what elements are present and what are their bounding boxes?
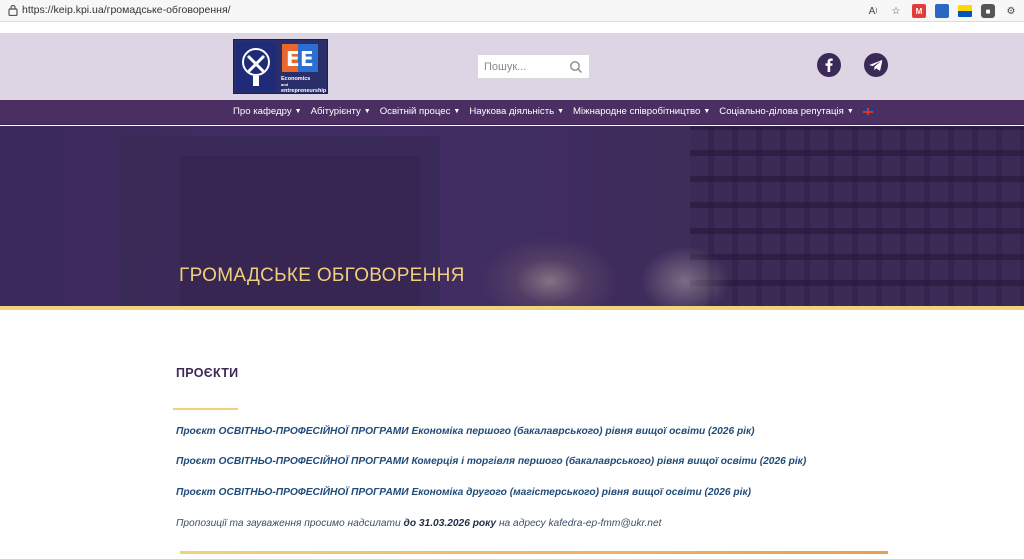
search-box: [477, 54, 590, 79]
project-link[interactable]: Проєкт ОСВІТНЬО-ПРОФЕСІЙНОЇ ПРОГРАМИ Еко…: [176, 487, 751, 498]
deadline-text: до 31.03.2026 року: [403, 518, 497, 529]
kpi-emblem-icon: [236, 42, 276, 92]
chevron-down-icon: ▼: [846, 108, 854, 115]
footer-divider: [180, 551, 888, 554]
search-input[interactable]: [484, 59, 564, 75]
main-nav: Про кафедру ▼ Абітурієнту ▼ Освітній проце…: [0, 100, 1024, 125]
search-icon[interactable]: [569, 60, 583, 74]
section-title: ПРОЄКТИ: [176, 366, 239, 380]
nav-item-label: Про кафедру: [233, 106, 292, 117]
chevron-down-icon: ▼: [557, 108, 565, 115]
feedback-note: Пропозиції та зауваження просимо надсила…: [176, 518, 662, 529]
english-flag-icon[interactable]: [862, 108, 873, 115]
nav-item-about[interactable]: Про кафедру ▼: [233, 106, 302, 117]
nav-item-label: Абітурієнту: [310, 106, 361, 117]
read-aloud-icon[interactable]: A): [866, 4, 880, 18]
logo-text: Economics and entrepreneurship: [281, 76, 327, 94]
hero-bottom-border: [0, 306, 1024, 310]
hero-overlay: [0, 126, 1024, 306]
extension-icon[interactable]: ■: [981, 4, 995, 18]
browser-address-bar: https://keip.kpi.ua/громадське-обговорен…: [0, 0, 1024, 22]
project-link[interactable]: Проєкт ОСВІТНЬО-ПРОФЕСІЙНОЇ ПРОГРАМИ Еко…: [176, 426, 755, 437]
nav-item-international[interactable]: Міжнародне співробітництво ▼: [573, 106, 710, 117]
svg-text:E: E: [286, 47, 300, 71]
extension-icon[interactable]: [958, 5, 972, 17]
project-link[interactable]: Проєкт ОСВІТНЬО-ПРОФЕСІЙНОЇ ПРОГРАМИ Ком…: [176, 456, 806, 467]
lock-icon: [8, 4, 18, 16]
department-logo[interactable]: E E Economics and entrepreneurship: [233, 39, 328, 94]
hero-banner: ГРОМАДСЬКЕ ОБГОВОРЕННЯ: [0, 126, 1024, 306]
nav-item-label: Міжнародне співробітництво: [573, 106, 701, 117]
svg-text:E: E: [300, 47, 314, 71]
nav-item-label: Соціально-ділова репутація: [719, 106, 844, 117]
facebook-icon[interactable]: [817, 53, 841, 77]
url-text[interactable]: https://keip.kpi.ua/громадське-обговорен…: [22, 4, 231, 16]
extension-icon[interactable]: M: [912, 4, 926, 18]
browser-toolbar-icons: A) ☆ M ■ ⚙: [866, 2, 1018, 20]
extension-icon[interactable]: [935, 4, 949, 18]
telegram-icon[interactable]: [864, 53, 888, 77]
chevron-down-icon: ▼: [363, 108, 371, 115]
nav-item-label: Наукова діяльність: [469, 106, 555, 117]
extension-icon[interactable]: ⚙: [1004, 4, 1018, 18]
nav-item-applicants[interactable]: Абітурієнту ▼: [311, 106, 371, 117]
favorite-star-icon[interactable]: ☆: [889, 4, 903, 18]
nav-list: Про кафедру ▼ Абітурієнту ▼ Освітній проце…: [233, 106, 873, 117]
nav-item-reputation[interactable]: Соціально-ділова репутація ▼: [719, 106, 853, 117]
page-title: ГРОМАДСЬКЕ ОБГОВОРЕННЯ: [179, 265, 465, 286]
nav-item-research[interactable]: Наукова діяльність ▼: [469, 106, 564, 117]
chevron-down-icon: ▼: [294, 108, 302, 115]
nav-item-label: Освітній процес: [379, 106, 451, 117]
chevron-down-icon: ▼: [453, 108, 461, 115]
site-header: E E Economics and entrepreneurship: [0, 33, 1024, 100]
section-divider: [173, 408, 238, 410]
nav-item-education[interactable]: Освітній процес ▼: [380, 106, 461, 117]
chevron-down-icon: ▼: [703, 108, 711, 115]
